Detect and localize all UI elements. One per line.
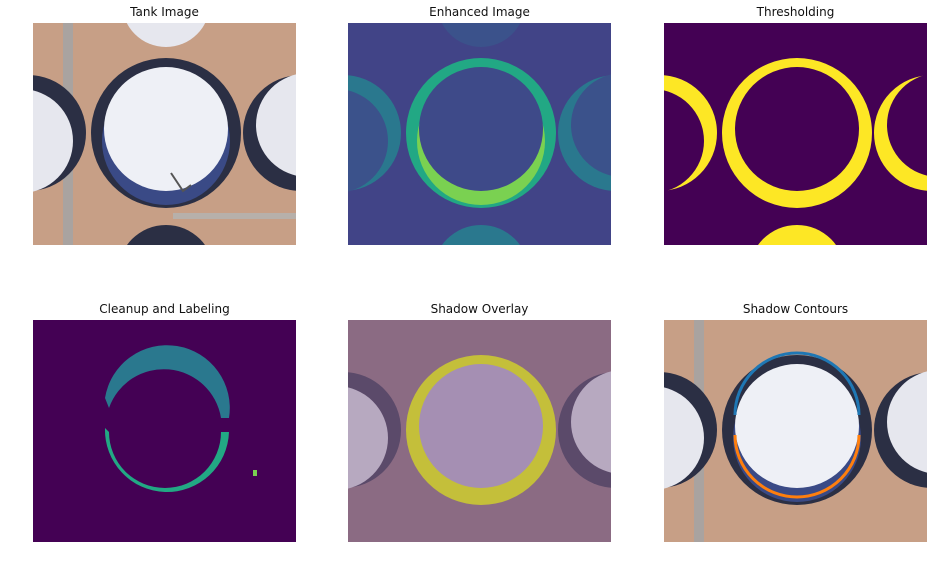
panel-title: Tank Image — [130, 5, 199, 19]
panel-shadow-contours: Shadow Contours — [664, 302, 927, 542]
panel-cleanup-and-labeling: Cleanup and Labeling — [33, 302, 296, 542]
panel-tank-image: Tank Image — [33, 5, 296, 245]
panel-title: Cleanup and Labeling — [99, 302, 230, 316]
tank-image — [33, 23, 296, 245]
panel-enhanced-image: Enhanced Image — [348, 5, 611, 245]
cleanup-labeling-image — [33, 320, 296, 542]
panel-title: Thresholding — [756, 5, 835, 19]
enhanced-image — [348, 23, 611, 245]
shadow-overlay-image — [348, 320, 611, 542]
panel-thresholding: Thresholding — [664, 5, 927, 245]
panel-title: Shadow Overlay — [430, 302, 529, 316]
panel-title: Shadow Contours — [742, 302, 849, 316]
panel-shadow-overlay: Shadow Overlay — [348, 302, 611, 542]
panel-title: Enhanced Image — [429, 5, 530, 19]
thresholding-image — [664, 23, 927, 245]
shadow-contours-image — [664, 320, 927, 542]
